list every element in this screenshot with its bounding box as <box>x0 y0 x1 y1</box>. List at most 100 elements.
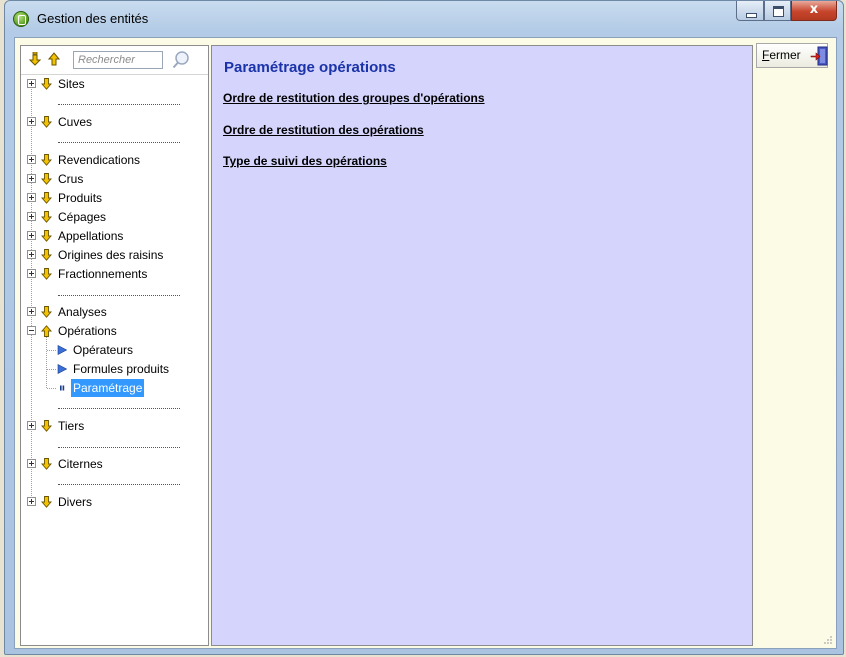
expand-toggle-icon[interactable] <box>27 193 36 202</box>
arrow-down-icon <box>41 78 52 90</box>
tree-separator <box>58 447 180 448</box>
link-restitution-operations[interactable]: Ordre de restitution des opérations <box>223 123 424 137</box>
close-icon: x <box>809 2 819 17</box>
play-icon <box>57 345 67 355</box>
tree-item-citernes[interactable]: Citernes <box>21 455 206 473</box>
search-icon[interactable] <box>171 50 191 70</box>
tree-item-label: Opérateurs <box>73 343 134 357</box>
link-groupes-operations[interactable]: Ordre de restitution des groupes d'opéra… <box>223 91 485 105</box>
tree-item-label: Cuves <box>58 115 93 129</box>
arrow-down-icon <box>41 192 52 204</box>
arrow-down-icon <box>41 268 52 280</box>
maximize-button[interactable] <box>764 1 791 21</box>
tree-item-cuves[interactable]: Cuves <box>21 113 206 131</box>
tree-item-operations[interactable]: Opérations <box>21 322 206 340</box>
search-input[interactable] <box>74 52 160 68</box>
tree-item-label: Fractionnements <box>58 267 148 281</box>
tree-item-origines-des-raisins[interactable]: Origines des raisins <box>21 246 206 264</box>
expand-toggle-icon[interactable] <box>27 421 36 430</box>
expand-toggle-icon[interactable] <box>27 212 36 221</box>
expand-toggle-icon[interactable] <box>27 497 36 506</box>
tree-item-formules-produits[interactable]: Formules produits <box>21 360 206 378</box>
expand-toggle-icon[interactable] <box>27 231 36 240</box>
tree-item-label: Citernes <box>58 457 103 471</box>
arrow-down-icon <box>41 116 52 128</box>
tree-connector <box>47 388 56 389</box>
arrow-up-icon <box>41 325 52 337</box>
app-window: Gestion des entités x Rechercher Sites C… <box>4 0 844 655</box>
tree-item-appellations[interactable]: Appellations <box>21 227 206 245</box>
tree-item-label: Opérations <box>58 324 117 338</box>
resize-grip-icon[interactable] <box>823 635 833 645</box>
tree-item-label: Revendications <box>58 153 141 167</box>
expand-toggle-icon[interactable] <box>27 250 36 259</box>
expand-toggle-icon[interactable] <box>27 79 36 88</box>
tree-item-label: Analyses <box>58 305 107 319</box>
tree-connector <box>47 350 56 351</box>
tree-item-crus[interactable]: Crus <box>21 170 206 188</box>
tree-item-divers[interactable]: Divers <box>21 493 206 511</box>
expand-toggle-icon[interactable] <box>27 155 36 164</box>
tree-separator <box>58 408 180 409</box>
tree-item-fractionnements[interactable]: Fractionnements <box>21 265 206 283</box>
close-button[interactable]: x <box>791 1 837 21</box>
arrow-down-icon <box>41 249 52 261</box>
navigation-panel: Sites Cuves Revendications Crus Produits Cépa… <box>20 45 209 646</box>
expand-toggle-icon[interactable] <box>27 174 36 183</box>
nav-toolbar <box>21 46 208 75</box>
minimize-button[interactable] <box>736 1 764 21</box>
app-icon <box>13 11 29 27</box>
arrow-down-icon <box>41 306 52 318</box>
tree-separator <box>58 295 180 296</box>
tree-item-label: Produits <box>58 191 103 205</box>
tree-item-produits[interactable]: Produits <box>21 189 206 207</box>
tree-item-label: Cépages <box>58 210 107 224</box>
tree-item-cepages[interactable]: Cépages <box>21 208 206 226</box>
tree-separator <box>58 104 180 105</box>
expand-all-icon[interactable] <box>29 52 41 66</box>
arrow-down-icon <box>41 496 52 508</box>
tree-item-operateurs[interactable]: Opérateurs <box>21 341 206 359</box>
page-title: Paramétrage opérations <box>224 59 396 76</box>
title-bar[interactable]: Gestion des entités x <box>5 1 843 35</box>
search-box <box>73 51 163 69</box>
collapse-toggle-icon[interactable] <box>27 326 36 335</box>
link-type-suivi-operations[interactable]: Type de suivi des opérations <box>223 154 387 168</box>
tree-item-tiers[interactable]: Tiers <box>21 417 206 435</box>
tree-separator <box>58 142 180 143</box>
tree-item-label: Sites <box>58 77 85 91</box>
tree-item-revendications[interactable]: Revendications <box>21 151 206 169</box>
fermer-label: Fermer <box>762 48 801 62</box>
tree-item-label: Formules produits <box>73 362 170 376</box>
arrow-down-icon <box>41 173 52 185</box>
expand-toggle-icon[interactable] <box>27 307 36 316</box>
client-area: Sites Cuves Revendications Crus Produits Cépa… <box>14 37 837 649</box>
play-icon <box>57 364 67 374</box>
tree-item-label: Divers <box>58 495 93 509</box>
tree-item-analyses[interactable]: Analyses <box>21 303 206 321</box>
window-controls: x <box>736 1 837 23</box>
collapse-all-icon[interactable] <box>48 52 60 66</box>
arrow-down-icon <box>41 211 52 223</box>
tree-item-label: Origines des raisins <box>58 248 164 262</box>
tree-connector <box>47 369 56 370</box>
pause-icon <box>60 385 65 391</box>
arrow-down-icon <box>41 154 52 166</box>
tree-item-label-selected: Paramétrage <box>71 379 145 397</box>
tree-item-sites[interactable]: Sites <box>21 75 206 93</box>
tree-item-label: Crus <box>58 172 84 186</box>
expand-toggle-icon[interactable] <box>27 459 36 468</box>
fermer-button[interactable]: Fermer <box>756 43 828 68</box>
tree-item-label: Tiers <box>58 419 85 433</box>
window-title: Gestion des entités <box>37 11 149 26</box>
arrow-down-icon <box>41 230 52 242</box>
content-panel: Paramétrage opérations Ordre de restitut… <box>211 45 753 646</box>
expand-toggle-icon[interactable] <box>27 117 36 126</box>
arrow-down-icon <box>41 420 52 432</box>
tree-separator <box>58 484 180 485</box>
exit-door-icon <box>810 46 828 66</box>
tree-item-label: Appellations <box>58 229 124 243</box>
expand-toggle-icon[interactable] <box>27 269 36 278</box>
tree-item-parametrage[interactable]: Paramétrage <box>21 379 206 397</box>
arrow-down-icon <box>41 458 52 470</box>
